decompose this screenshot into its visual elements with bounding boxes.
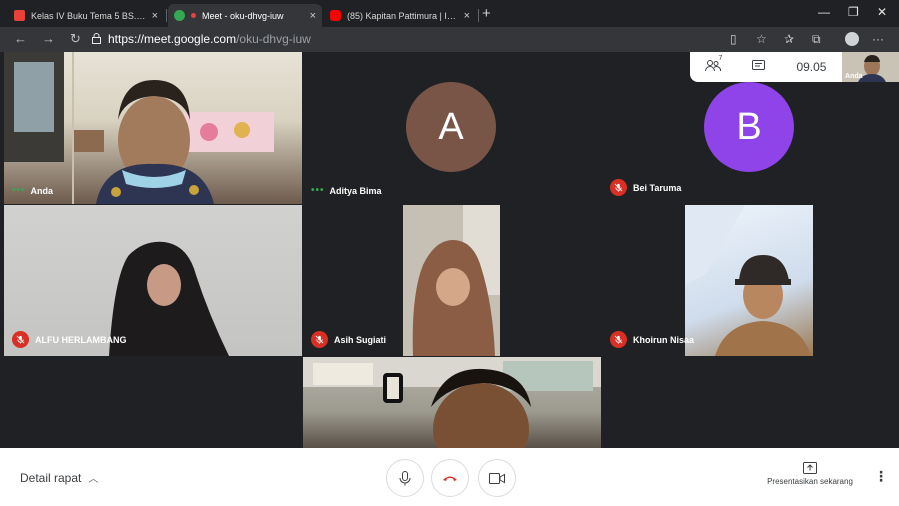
favorites-icon[interactable]: ✰ bbox=[784, 32, 794, 46]
meeting-controls-bar: Detail rapat ︿ Presentasikan sekarang ⋮ bbox=[0, 448, 899, 506]
meeting-info-panel: 7 09.05 bbox=[690, 52, 842, 82]
collections-icon[interactable]: ⧉ bbox=[812, 32, 821, 47]
tab-youtube[interactable]: (85) Kapitan Pattimura | IPS | Kela × bbox=[324, 4, 476, 27]
participants-count: 7 bbox=[718, 54, 723, 62]
tab-title: (85) Kapitan Pattimura | IPS | Kela bbox=[347, 10, 458, 21]
video-feed bbox=[4, 52, 274, 204]
participant-tile-anda[interactable]: ••• Anda bbox=[4, 52, 302, 204]
participant-name-text: Anda bbox=[30, 185, 54, 196]
browser-toolbar: ← → ↻ https://meet.google.com/oku-dhvg-i… bbox=[0, 27, 899, 52]
participant-tile-asih-sugiati[interactable]: Asih Sugiati bbox=[303, 205, 601, 356]
participant-name-text: Aditya Bima bbox=[329, 185, 382, 196]
participant-name: ••• Aditya Bima bbox=[311, 185, 382, 196]
self-view-thumbnail[interactable]: Anda bbox=[842, 52, 899, 82]
participant-tile-presenter[interactable] bbox=[303, 357, 601, 448]
participant-name-text: Asih Sugiati bbox=[334, 334, 387, 345]
video-frame bbox=[403, 205, 500, 356]
participant-name: Bei Taruma bbox=[610, 179, 681, 196]
tab-title: Meet - oku-dhvg-iuw bbox=[202, 10, 284, 21]
tab-title: Kelas IV Buku Tema 5 BS.pdf bbox=[31, 10, 146, 21]
restore-icon[interactable]: ❐ bbox=[848, 5, 859, 19]
meeting-details-label: Detail rapat bbox=[20, 470, 82, 485]
profile-avatar[interactable] bbox=[845, 32, 859, 46]
tab-meet[interactable]: Meet - oku-dhvg-iuw × bbox=[168, 4, 322, 27]
video-feed bbox=[685, 205, 811, 356]
participant-tile-aditya-bima[interactable]: A ••• Aditya Bima bbox=[303, 52, 601, 204]
people-button[interactable]: 7 bbox=[705, 55, 722, 75]
speaking-indicator-icon: ••• bbox=[311, 185, 325, 196]
youtube-icon bbox=[330, 10, 341, 21]
more-options-icon[interactable]: ⋮ bbox=[874, 468, 888, 485]
participant-name-text: Khoirun Nisaa bbox=[633, 334, 695, 345]
lock-icon bbox=[92, 33, 101, 44]
back-icon[interactable]: ← bbox=[14, 31, 27, 46]
pdf-icon bbox=[14, 10, 25, 21]
video-feed bbox=[403, 205, 500, 356]
mic-off-icon bbox=[610, 179, 627, 196]
mic-off-icon bbox=[311, 331, 328, 348]
hangup-icon bbox=[443, 476, 457, 481]
address-bar[interactable]: https://meet.google.com/oku-dhvg-iuw bbox=[108, 32, 311, 46]
participant-name: ••• Anda bbox=[12, 185, 53, 196]
tab-divider bbox=[166, 9, 167, 22]
present-screen-icon bbox=[803, 462, 817, 474]
meet-icon bbox=[174, 10, 185, 21]
chat-icon bbox=[752, 59, 766, 70]
empty-tile bbox=[602, 357, 899, 448]
empty-tile bbox=[4, 357, 302, 448]
leave-call-button[interactable] bbox=[431, 459, 469, 497]
participant-tile-alfu-herlambang[interactable]: ALFU HERLAMBANG bbox=[4, 205, 302, 356]
video-grid: ••• Anda A ••• Aditya Bima B Bei Taruma … bbox=[0, 52, 899, 448]
camera-toggle-button[interactable] bbox=[478, 459, 516, 497]
present-now-label: Presentasikan sekarang bbox=[767, 477, 853, 486]
star-icon[interactable]: ☆ bbox=[756, 32, 767, 46]
meeting-time: 09.05 bbox=[796, 60, 827, 74]
mic-off-icon bbox=[12, 331, 29, 348]
participant-name: Khoirun Nisaa bbox=[610, 331, 694, 348]
present-now-button[interactable]: Presentasikan sekarang bbox=[762, 462, 858, 486]
chat-button[interactable] bbox=[752, 59, 766, 75]
mic-off-icon bbox=[610, 331, 627, 348]
participant-name-text: Bei Taruma bbox=[633, 182, 682, 193]
speaking-indicator-icon: ••• bbox=[12, 185, 26, 196]
minimize-icon[interactable]: — bbox=[818, 5, 830, 19]
url-host: https://meet.google.com bbox=[108, 32, 237, 46]
reload-icon[interactable]: ↻ bbox=[70, 31, 81, 47]
close-icon[interactable]: × bbox=[310, 10, 316, 22]
video-feed bbox=[303, 357, 601, 448]
self-view-label: Anda bbox=[845, 73, 863, 80]
participant-name-text: ALFU HERLAMBANG bbox=[35, 334, 127, 345]
participant-tile-khoirun-nisaa[interactable]: Khoirun Nisaa bbox=[602, 205, 899, 356]
more-menu-icon[interactable]: ··· bbox=[872, 32, 884, 46]
close-icon[interactable]: × bbox=[152, 10, 158, 22]
participant-name: Asih Sugiati bbox=[311, 331, 386, 348]
url-path: /oku-dhvg-iuw bbox=[236, 32, 311, 46]
window-close-icon[interactable]: ✕ bbox=[877, 5, 887, 19]
browser-tab-strip: Kelas IV Buku Tema 5 BS.pdf × Meet - oku… bbox=[0, 0, 899, 27]
chevron-up-icon: ︿ bbox=[88, 474, 99, 485]
recording-dot-icon bbox=[191, 13, 196, 18]
avatar: A bbox=[406, 82, 496, 172]
meeting-details-button[interactable]: Detail rapat ︿ bbox=[20, 470, 99, 486]
close-icon[interactable]: × bbox=[464, 10, 470, 22]
forward-icon[interactable]: → bbox=[42, 31, 55, 46]
new-tab-button[interactable]: + bbox=[482, 5, 491, 22]
tab-divider bbox=[478, 9, 479, 22]
avatar: B bbox=[704, 82, 794, 172]
tab-pdf[interactable]: Kelas IV Buku Tema 5 BS.pdf × bbox=[8, 4, 164, 27]
video-frame bbox=[685, 205, 813, 356]
camera-permission-icon[interactable]: ▯ bbox=[730, 32, 737, 46]
participant-name: ALFU HERLAMBANG bbox=[12, 331, 127, 348]
mic-icon bbox=[399, 470, 411, 485]
mic-toggle-button[interactable] bbox=[386, 459, 424, 497]
camera-icon bbox=[489, 472, 505, 484]
